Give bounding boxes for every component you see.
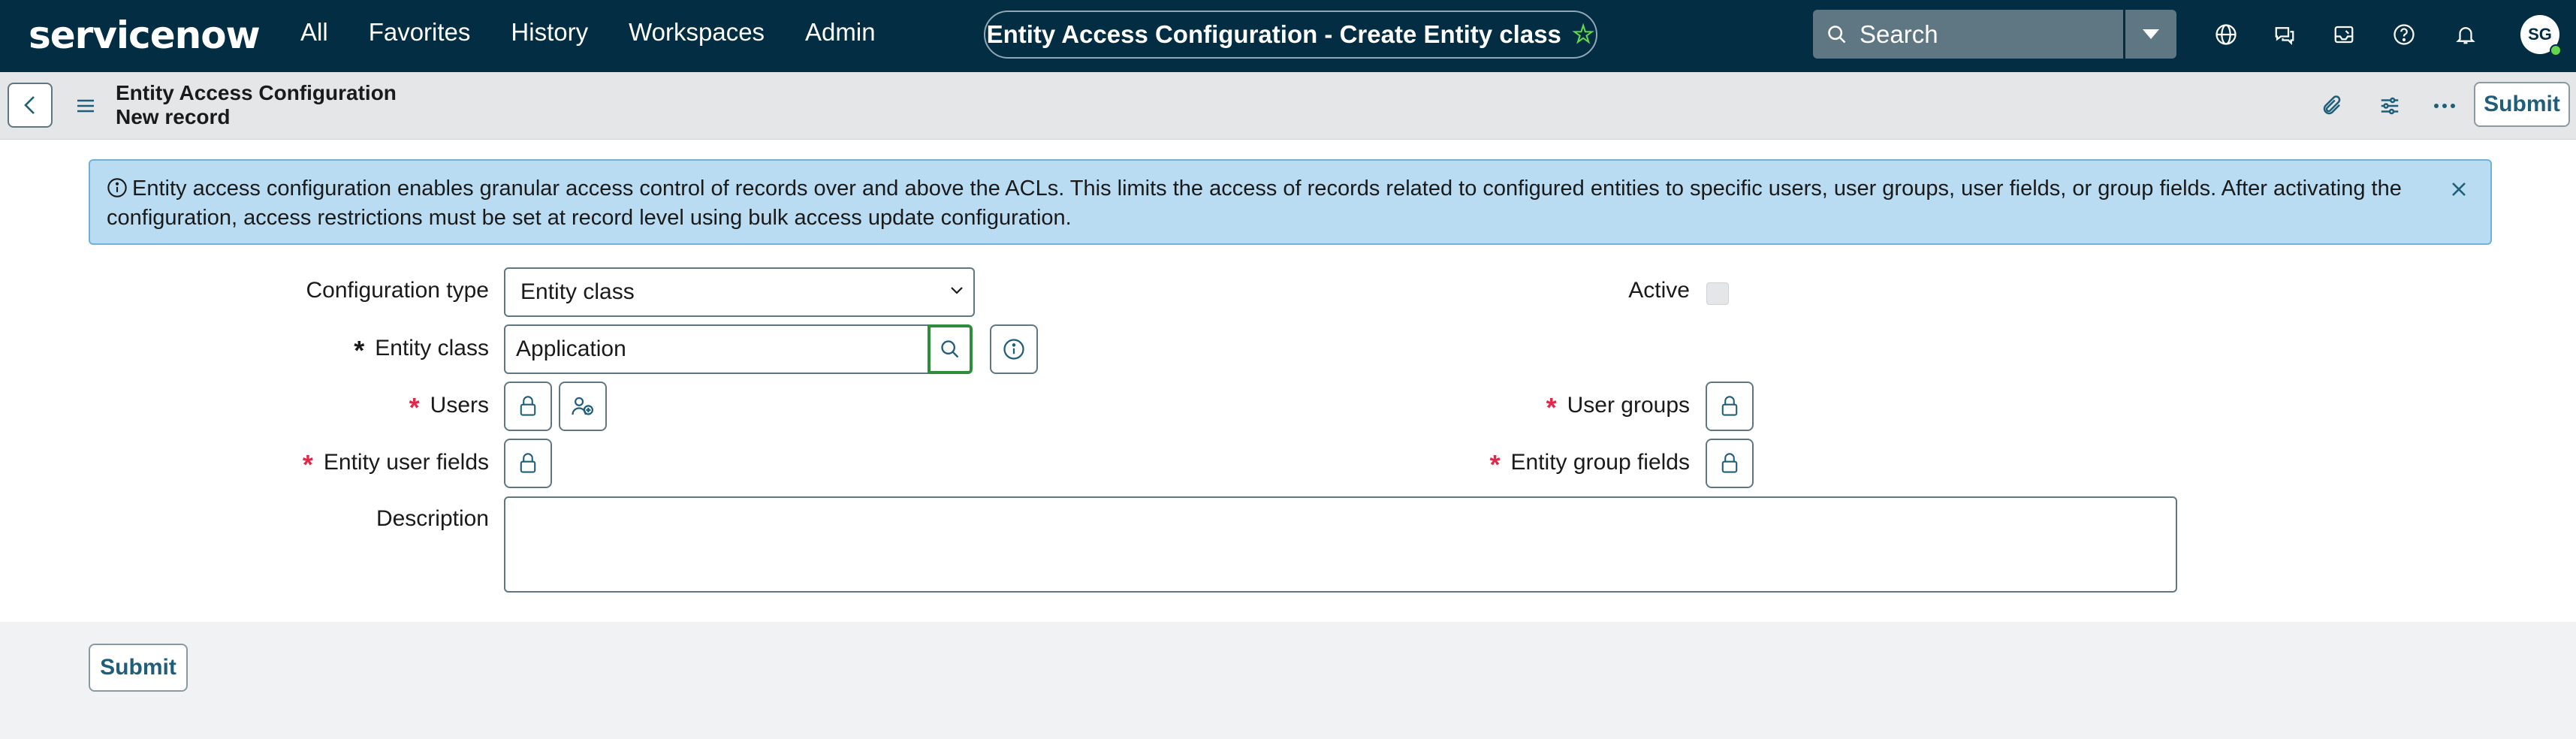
menu-workspaces[interactable]: Workspaces (629, 18, 765, 47)
inbox-icon[interactable] (2329, 20, 2359, 50)
required-indicator-icon: * (409, 392, 420, 423)
info-icon (1003, 339, 1024, 360)
search-icon (1828, 25, 1846, 43)
paperclip-icon[interactable] (2316, 90, 2348, 122)
configuration-type-label: Configuration type (306, 278, 490, 303)
add-me-button[interactable] (559, 382, 607, 431)
lock-icon (1721, 453, 1738, 473)
main-menu: All Favorites History Workspaces Admin (300, 18, 876, 47)
lock-icon (1721, 396, 1738, 416)
active-label: Active (1628, 278, 1690, 303)
search-placeholder: Search (1860, 20, 1938, 48)
users-label: * Users (409, 392, 489, 423)
sliders-icon[interactable] (2374, 90, 2406, 122)
entity-user-fields-label: * Entity user fields (302, 449, 489, 480)
description-textarea[interactable] (504, 496, 2177, 593)
user-avatar[interactable]: SG (2520, 15, 2562, 56)
required-indicator-icon: * (1546, 392, 1557, 423)
chevron-down-icon (951, 287, 963, 294)
entity-group-fields-label: * Entity group fields (1489, 449, 1690, 480)
entity-class-value: Application (516, 336, 626, 361)
lock-icon (520, 453, 536, 473)
entity-class-info-button[interactable] (990, 324, 1038, 374)
menu-admin[interactable]: Admin (805, 18, 876, 47)
form-title: Entity Access Configuration (116, 81, 397, 104)
more-options-icon[interactable] (2429, 90, 2460, 122)
form-subtitle: New record (116, 105, 231, 128)
menu-favorites[interactable]: Favorites (369, 18, 471, 47)
active-checkbox[interactable] (1706, 282, 1729, 305)
global-search-input[interactable]: Search (1813, 10, 2123, 59)
configuration-type-select[interactable]: Entity class (504, 267, 975, 317)
globe-icon[interactable] (2211, 20, 2241, 50)
required-indicator-icon: * (1489, 449, 1501, 480)
page-title: Entity Access Configuration - Create Ent… (986, 20, 1561, 48)
form-title-block: Entity Access Configuration New record (116, 81, 397, 129)
search-scope-dropdown[interactable] (2125, 10, 2176, 59)
info-banner: Entity access configuration enables gran… (89, 159, 2492, 245)
required-indicator-icon: * (354, 335, 365, 366)
entity-class-input[interactable]: Application (504, 324, 929, 374)
menu-history[interactable]: History (511, 18, 588, 47)
entity-class-label: * Entity class (354, 335, 489, 366)
entity-user-fields-unlock-button[interactable] (504, 439, 552, 488)
close-banner-icon[interactable] (2445, 176, 2472, 203)
chat-icon[interactable] (2270, 20, 2300, 50)
info-icon (107, 177, 128, 205)
favorite-star-icon[interactable]: ☆ (1572, 20, 1594, 50)
caret-down-icon (2143, 29, 2159, 39)
servicenow-logo[interactable]: servicenow (29, 14, 261, 57)
help-icon[interactable] (2389, 20, 2419, 50)
user-groups-label: * User groups (1546, 392, 1690, 423)
back-button[interactable] (8, 83, 53, 128)
description-label: Description (376, 506, 489, 531)
entity-class-lookup-button[interactable] (928, 324, 973, 374)
form-header: Entity Access Configuration New record S… (0, 72, 2576, 140)
context-menu-icon[interactable] (74, 95, 98, 117)
search-icon (941, 340, 959, 358)
user-groups-unlock-button[interactable] (1706, 382, 1754, 431)
bottom-submit-button[interactable]: Submit (89, 644, 188, 692)
top-navigation-bar: servicenow All Favorites History Workspa… (0, 0, 2576, 72)
entity-group-fields-unlock-button[interactable] (1706, 439, 1754, 488)
lock-icon (520, 396, 536, 416)
online-status-dot (2550, 44, 2562, 56)
menu-all[interactable]: All (300, 18, 328, 47)
page-title-pill[interactable]: Entity Access Configuration - Create Ent… (984, 11, 1597, 59)
add-user-icon (572, 397, 594, 415)
required-indicator-icon: * (302, 449, 313, 480)
chevron-left-icon (24, 96, 35, 114)
header-submit-button[interactable]: Submit (2474, 82, 2570, 127)
banner-text: Entity access configuration enables gran… (107, 176, 2402, 230)
form-body: Entity access configuration enables gran… (0, 140, 2576, 622)
users-unlock-button[interactable] (504, 382, 552, 431)
bell-icon[interactable] (2451, 20, 2481, 50)
configuration-type-value: Entity class (520, 279, 635, 304)
